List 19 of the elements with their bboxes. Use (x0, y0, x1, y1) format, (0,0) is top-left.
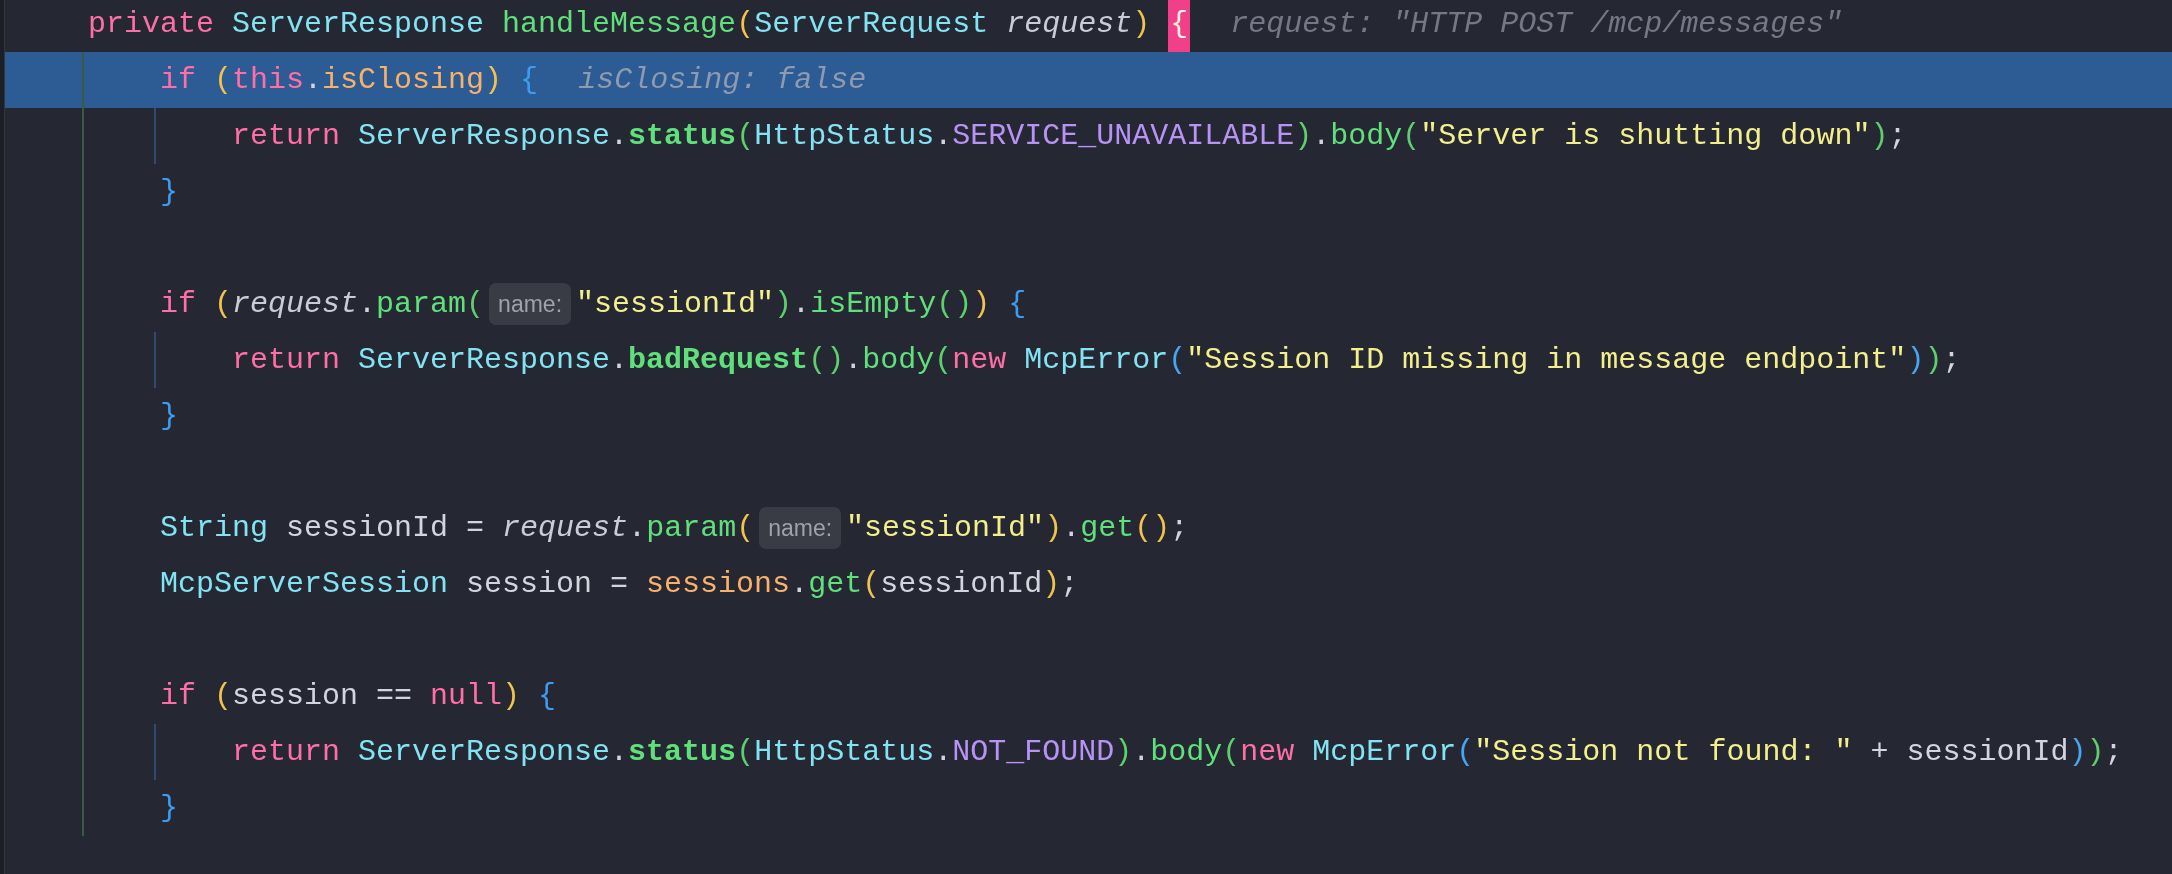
parameter-hint: name: (759, 507, 842, 549)
code-text: return ServerResponse.badRequest().body(new McpError("Session ID missing in message endpoint")); (232, 341, 1961, 379)
code-text: } (160, 173, 178, 211)
code-text: if (this.isClosing) { (160, 61, 539, 99)
code-text: "sessionId").isEmpty()) { (576, 285, 1027, 323)
code-text: "sessionId").get(); (846, 509, 1189, 547)
code-text: String sessionId = request.param( (160, 509, 755, 547)
inlay-hint: isClosing: false (578, 61, 867, 99)
code-text: private ServerResponse handleMessage(ServerRequest request) (88, 5, 1152, 43)
code-text: } (160, 789, 178, 827)
inlay-hint: request: "HTTP POST /mcp/messages" (1230, 5, 1843, 43)
code-text: if (session == null) { (160, 677, 557, 715)
code-text: } (160, 397, 178, 435)
code-text: McpServerSession session = sessions.get(sessionId); (160, 565, 1079, 603)
code-text: if (request.param( (160, 285, 485, 323)
code-text: return ServerResponse.status(HttpStatus.SERVICE_UNAVAILABLE).body("Server is shutting down"); (232, 117, 1907, 155)
matched-brace: { (1168, 0, 1191, 52)
parameter-hint: name: (489, 283, 572, 325)
code-text: return ServerResponse.status(HttpStatus.NOT_FOUND).body(new McpError("Session not found: " + sessionId)); (232, 733, 2123, 771)
